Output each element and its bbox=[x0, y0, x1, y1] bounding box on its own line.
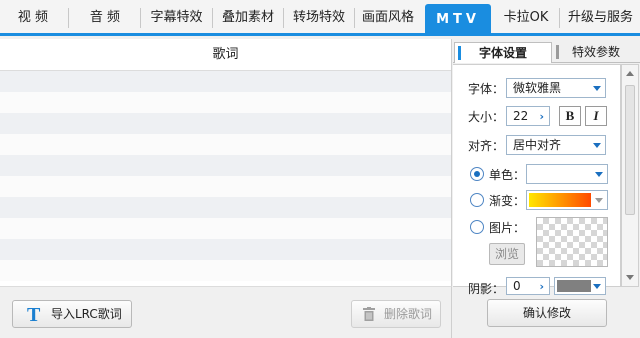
subtab-font-settings-label: 字体设置 bbox=[478, 46, 527, 60]
size-label: 大小： bbox=[468, 110, 505, 124]
lyric-row[interactable] bbox=[0, 197, 451, 218]
chevron-down-icon bbox=[595, 198, 603, 203]
trash-icon bbox=[363, 307, 375, 321]
scroll-down-icon[interactable] bbox=[626, 275, 634, 280]
gradient-swatch bbox=[529, 193, 591, 207]
tab-separator bbox=[68, 8, 69, 28]
lyrics-column-header: 歌词 bbox=[0, 39, 451, 71]
chevron-down-icon bbox=[593, 143, 601, 148]
lyric-row[interactable] bbox=[0, 71, 451, 92]
lyric-row[interactable] bbox=[0, 113, 451, 134]
settings-subtabs: 字体设置 特效参数 bbox=[453, 39, 640, 63]
delete-lyrics-button[interactable]: 删除歌词 bbox=[351, 300, 441, 328]
scroll-up-icon[interactable] bbox=[626, 71, 634, 76]
chevron-down-icon bbox=[593, 86, 601, 91]
settings-scrollbar[interactable] bbox=[621, 64, 639, 287]
chevron-right-icon[interactable]: › bbox=[539, 111, 544, 122]
subtab-effect-params-label: 特效参数 bbox=[571, 45, 620, 59]
tab-upgrade-service[interactable]: 升级与服务 bbox=[561, 0, 640, 36]
image-label: 图片： bbox=[489, 221, 526, 235]
shadow-size-value: 0 bbox=[513, 279, 521, 293]
confirm-changes-button[interactable]: 确认修改 bbox=[487, 299, 607, 327]
lyric-row[interactable] bbox=[0, 134, 451, 155]
lyrics-panel: 歌词 bbox=[0, 39, 452, 286]
gradient-radio[interactable] bbox=[470, 193, 484, 207]
gradient-color-picker[interactable] bbox=[526, 190, 608, 210]
browse-button[interactable]: 浏览 bbox=[489, 243, 525, 265]
font-family-select[interactable]: 微软雅黑 bbox=[506, 78, 606, 98]
image-preview bbox=[536, 217, 608, 267]
font-label: 字体： bbox=[468, 82, 505, 96]
tab-picture-style[interactable]: 画面风格 bbox=[355, 0, 421, 36]
tab-karaoke[interactable]: 卡拉OK bbox=[494, 0, 558, 36]
font-size-stepper[interactable]: 22 › bbox=[506, 106, 550, 126]
tab-video[interactable]: 视 频 bbox=[0, 0, 66, 36]
lyric-row[interactable] bbox=[0, 92, 451, 113]
subtab-font-settings[interactable]: 字体设置 bbox=[454, 42, 552, 63]
bold-button[interactable]: B bbox=[559, 106, 581, 126]
active-marker bbox=[458, 46, 461, 60]
lyric-row[interactable] bbox=[0, 218, 451, 239]
solid-color-radio[interactable] bbox=[470, 167, 484, 181]
tab-separator bbox=[559, 8, 560, 28]
tab-subtitle-effects[interactable]: 字幕特效 bbox=[141, 0, 212, 36]
image-radio[interactable] bbox=[470, 220, 484, 234]
lyric-row[interactable] bbox=[0, 239, 451, 260]
import-lrc-button[interactable]: T 导入LRC歌词 bbox=[12, 300, 132, 328]
solid-color-label: 单色： bbox=[489, 168, 526, 182]
shadow-size-stepper[interactable]: 0 › bbox=[506, 277, 550, 295]
shadow-color-picker[interactable] bbox=[554, 277, 606, 295]
inactive-marker bbox=[556, 45, 559, 59]
text-t-icon: T bbox=[27, 304, 41, 326]
chevron-down-icon bbox=[595, 172, 603, 177]
solid-color-picker[interactable] bbox=[526, 164, 608, 184]
font-family-value: 微软雅黑 bbox=[513, 81, 562, 95]
tab-overlay-assets[interactable]: 叠加素材 bbox=[213, 0, 283, 36]
main-tab-bar: 视 频 音 频 字幕特效 叠加素材 转场特效 画面风格 MTV 卡拉OK 升级与… bbox=[0, 0, 640, 36]
tab-transition-effects[interactable]: 转场特效 bbox=[284, 0, 354, 36]
tab-mtv[interactable]: MTV bbox=[425, 4, 491, 36]
align-label: 对齐： bbox=[468, 139, 505, 153]
lyric-row[interactable] bbox=[0, 155, 451, 176]
scroll-thumb[interactable] bbox=[625, 85, 635, 215]
font-size-value: 22 bbox=[513, 109, 529, 123]
import-lrc-label: 导入LRC歌词 bbox=[51, 307, 122, 321]
lyric-row[interactable] bbox=[0, 176, 451, 197]
subtab-effect-params[interactable]: 特效参数 bbox=[553, 42, 639, 63]
lyrics-toolbar: T 导入LRC歌词 删除歌词 bbox=[0, 286, 452, 338]
gradient-label: 渐变： bbox=[489, 194, 526, 208]
chevron-down-icon bbox=[593, 284, 601, 289]
alignment-select[interactable]: 居中对齐 bbox=[506, 135, 606, 155]
italic-button[interactable]: I bbox=[585, 106, 607, 126]
shadow-label: 阴影： bbox=[468, 282, 505, 296]
alignment-value: 居中对齐 bbox=[513, 138, 562, 152]
chevron-right-icon[interactable]: › bbox=[539, 281, 544, 292]
tab-audio[interactable]: 音 频 bbox=[70, 0, 140, 36]
shadow-color-swatch bbox=[557, 280, 591, 292]
lyric-row[interactable] bbox=[0, 260, 451, 281]
delete-lyrics-label: 删除歌词 bbox=[384, 307, 433, 321]
